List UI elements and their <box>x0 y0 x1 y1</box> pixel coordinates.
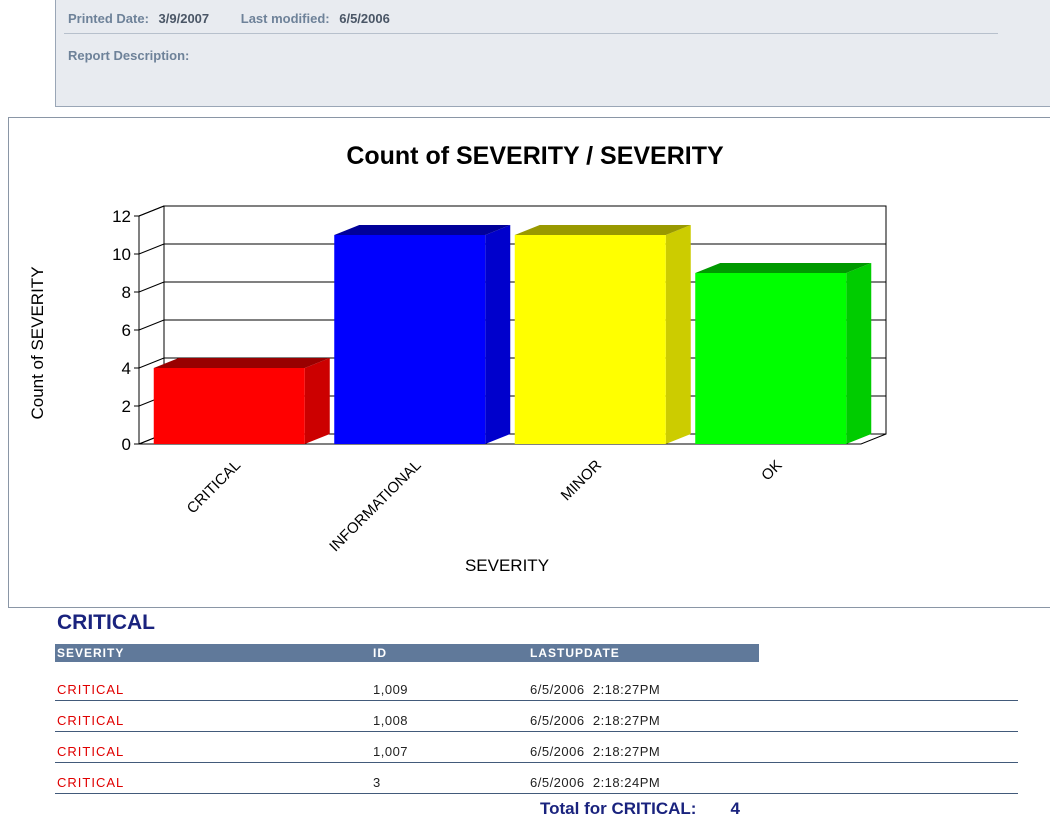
x-tick-label: INFORMATIONAL <box>326 457 424 555</box>
table-row: CRITICAL 1,009 6/5/2006 2:18:27PM <box>55 678 1018 701</box>
bar <box>153 368 305 444</box>
last-modified-value: 6/5/2006 <box>339 11 390 26</box>
y-tick-label: 12 <box>112 207 131 226</box>
table-row: CRITICAL 1,007 6/5/2006 2:18:27PM <box>55 740 1018 763</box>
y-tick-label: 2 <box>122 397 131 416</box>
severity-bar-chart: Count of SEVERITY / SEVERITY 0 2 4 6 8 10 12 CRI… <box>28 142 887 575</box>
last-modified-label: Last modified: <box>240 11 330 26</box>
bar-top <box>514 225 691 235</box>
y-tick-label: 8 <box>122 283 131 302</box>
chart-title: Count of SEVERITY / SEVERITY <box>346 142 724 170</box>
y-tick-label: 4 <box>122 359 131 378</box>
time-text: 2:18:24PM <box>592 775 661 790</box>
severity-cell: CRITICAL <box>57 682 125 697</box>
header-divider <box>64 33 998 34</box>
y-tick-label: 6 <box>122 321 131 340</box>
date-text: 6/5/2006 <box>530 682 585 697</box>
bar-side <box>665 225 691 444</box>
date-text: 6/5/2006 <box>530 744 585 759</box>
column-header-lastupdate: LASTUPDATE <box>530 646 620 660</box>
column-header-severity: SEVERITY <box>57 646 125 660</box>
table-row: CRITICAL 3 6/5/2006 2:18:24PM <box>55 771 1018 794</box>
severity-cell: CRITICAL <box>57 713 125 728</box>
id-cell: 1,007 <box>373 744 409 759</box>
bar-side <box>485 225 511 444</box>
gridline-side <box>138 319 165 331</box>
id-cell: 1,009 <box>373 682 409 697</box>
bar-top <box>334 225 511 235</box>
lastupdate-cell: 6/5/2006 2:18:27PM <box>530 682 660 697</box>
bar <box>695 273 847 444</box>
bar <box>514 235 666 444</box>
gridline-side <box>138 205 165 217</box>
group-total: Total for CRITICAL: 4 <box>540 799 740 819</box>
date-text: 6/5/2006 <box>530 713 585 728</box>
time-text: 2:18:27PM <box>592 713 661 728</box>
y-axis-title: Count of SEVERITY <box>28 266 47 419</box>
severity-cell: CRITICAL <box>57 744 125 759</box>
severity-cell: CRITICAL <box>57 775 125 790</box>
lastupdate-cell: 6/5/2006 2:18:27PM <box>530 744 660 759</box>
table-row: CRITICAL 1,008 6/5/2006 2:18:27PM <box>55 709 1018 732</box>
column-header-id: ID <box>373 646 387 660</box>
table-header: SEVERITY ID LASTUPDATE <box>55 644 759 662</box>
x-tick-label: CRITICAL <box>184 457 244 517</box>
report-description-label: Report Description: <box>68 48 190 63</box>
date-text: 6/5/2006 <box>530 775 585 790</box>
time-text: 2:18:27PM <box>592 682 661 697</box>
chart-panel: Count of SEVERITY / SEVERITY 0 2 4 6 8 10 12 CRI… <box>8 117 1050 608</box>
report-meta: Printed Date: 3/9/2007 Last modified: 6/… <box>68 11 418 26</box>
time-text: 2:18:27PM <box>592 744 661 759</box>
x-tick-label: OK <box>758 457 785 484</box>
bar-top <box>695 263 872 273</box>
printed-date-label: Printed Date: <box>68 11 149 26</box>
x-tick-label: MINOR <box>558 457 605 504</box>
lastupdate-cell: 6/5/2006 2:18:27PM <box>530 713 660 728</box>
gridline-side <box>138 243 165 255</box>
total-label: Total for CRITICAL: <box>540 799 697 818</box>
total-value: 4 <box>730 799 740 818</box>
y-tick-label: 0 <box>122 435 131 454</box>
x-axis-title: SEVERITY <box>465 556 549 575</box>
group-title: CRITICAL <box>57 611 155 634</box>
lastupdate-cell: 6/5/2006 2:18:24PM <box>530 775 660 790</box>
y-tick-label: 10 <box>112 245 131 264</box>
id-cell: 3 <box>373 775 381 790</box>
bar <box>334 235 486 444</box>
report-header: Printed Date: 3/9/2007 Last modified: 6/… <box>55 0 1050 107</box>
gridline-side <box>138 281 165 293</box>
bar-side <box>846 263 872 444</box>
bar-top <box>153 358 330 368</box>
printed-date-value: 3/9/2007 <box>158 11 210 26</box>
id-cell: 1,008 <box>373 713 409 728</box>
bar-side <box>304 358 330 444</box>
